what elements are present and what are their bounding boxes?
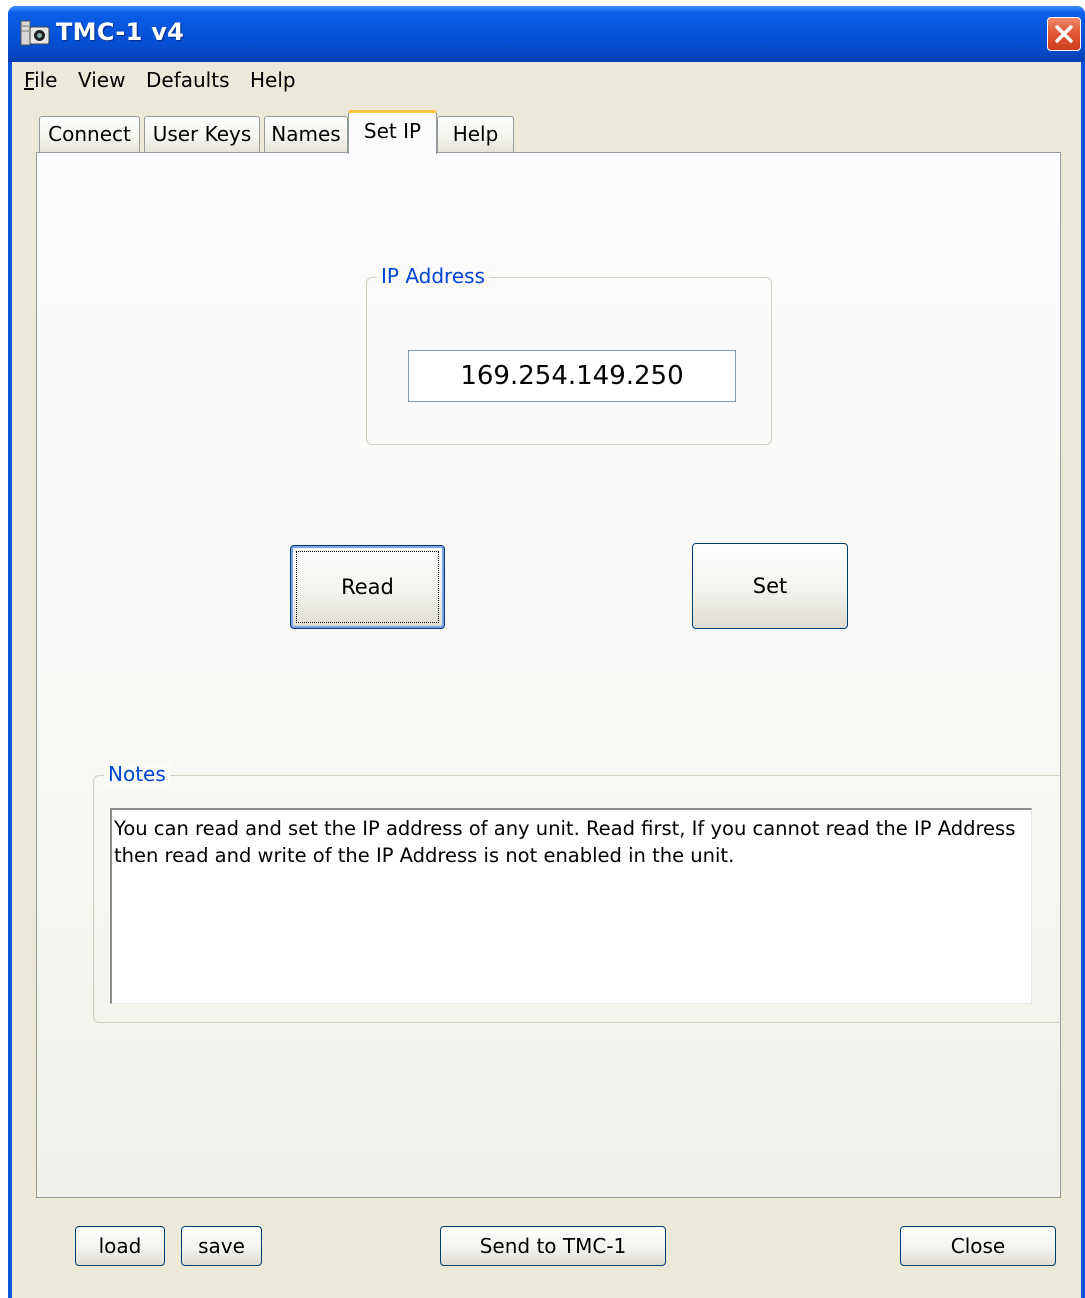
menu-bar: File View Defaults Help: [12, 62, 1081, 98]
dialog-client-area: File View Defaults Help Connect User Key…: [12, 62, 1081, 1298]
ip-address-group-label: IP Address: [377, 264, 489, 288]
tab-set-ip[interactable]: Set IP: [348, 110, 437, 154]
save-button-label: save: [198, 1234, 245, 1258]
set-button-label: Set: [752, 574, 788, 598]
set-button[interactable]: Set: [692, 543, 848, 629]
window-close-button[interactable]: [1047, 17, 1081, 51]
tab-user-keys[interactable]: User Keys: [144, 116, 260, 152]
tab-help[interactable]: Help: [437, 116, 514, 152]
notes-group: Notes You can read and set the IP addres…: [93, 762, 1063, 1023]
menu-file-label: ile: [34, 68, 58, 92]
read-button[interactable]: Read: [290, 545, 445, 629]
send-button-label: Send to TMC-1: [479, 1234, 627, 1258]
tab-names[interactable]: Names: [264, 116, 348, 152]
set-ip-tab-panel: IP Address 169.254.149.250 Read Set Note…: [36, 152, 1063, 1198]
close-button-label: Close: [950, 1234, 1006, 1258]
load-button-label: load: [98, 1234, 142, 1258]
menu-defaults-label: Defaults: [146, 68, 230, 92]
title-bar[interactable]: TMC-1 v4: [8, 6, 1085, 62]
notes-group-label: Notes: [104, 762, 170, 786]
save-button[interactable]: save: [181, 1226, 262, 1266]
load-button[interactable]: load: [75, 1226, 165, 1266]
menu-help[interactable]: Help: [246, 68, 300, 92]
app-window: TMC-1 v4 File View Defaults Help Connect…: [8, 6, 1085, 1298]
ip-address-field[interactable]: 169.254.149.250: [408, 350, 736, 402]
tab-connect[interactable]: Connect: [39, 116, 140, 152]
menu-file-mnemonic: F: [24, 68, 35, 92]
menu-defaults[interactable]: Defaults: [142, 68, 234, 92]
ip-address-group: IP Address 169.254.149.250: [366, 264, 772, 445]
close-x-icon: [1055, 25, 1073, 43]
menu-view[interactable]: View: [74, 68, 129, 92]
camera-icon: [20, 20, 50, 46]
send-to-device-button[interactable]: Send to TMC-1: [440, 1226, 666, 1266]
notes-textarea[interactable]: You can read and set the IP address of a…: [110, 808, 1032, 1004]
focus-indicator: [296, 551, 439, 623]
close-button[interactable]: Close: [900, 1226, 1056, 1266]
menu-help-label: Help: [250, 68, 296, 92]
window-title: TMC-1 v4: [56, 18, 185, 46]
menu-view-label: View: [78, 68, 126, 92]
menu-file[interactable]: File: [20, 68, 61, 92]
